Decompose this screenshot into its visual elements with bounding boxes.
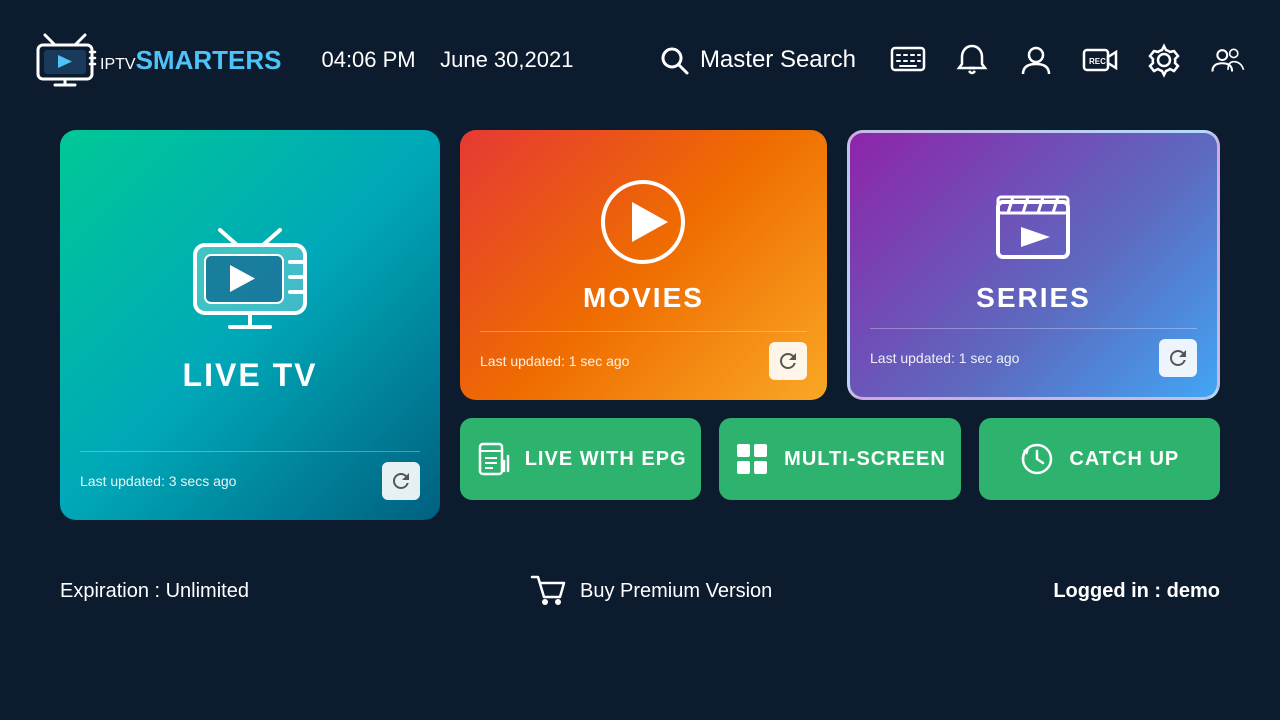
header: IPTVSMARTERS 04:06 PM June 30,2021 Maste… [0,0,1280,120]
logged-in-label: Logged in : [1053,580,1166,602]
profile-button[interactable] [1014,38,1058,82]
live-epg-label: LIVE WITH EPG [525,448,687,471]
live-tv-card[interactable]: LIVE TV Last updated: 3 secs ago [60,130,440,520]
right-column: MOVIES Last updated: 1 sec ago [460,130,1220,500]
catchup-icon [1019,441,1055,477]
record-button[interactable]: REC [1078,38,1122,82]
footer: Expiration : Unlimited Buy Premium Versi… [0,558,1280,609]
logo: IPTVSMARTERS [30,33,281,88]
gear-icon [1146,42,1182,78]
logo-smarters: SMARTERS [136,45,282,75]
notifications-button[interactable] [950,38,994,82]
multiscreen-button[interactable]: MULTI-SCREEN [719,418,960,500]
live-tv-footer: Last updated: 3 secs ago [80,451,420,500]
catchup-button[interactable]: CATCH UP [979,418,1220,500]
logged-in-text: Logged in : demo [1053,580,1220,603]
series-card[interactable]: SERIES Last updated: 1 sec ago [847,130,1220,400]
catchup-label: CATCH UP [1069,448,1179,471]
search-label: Master Search [700,46,856,74]
buy-premium-label: Buy Premium Version [580,580,772,603]
tv-icon [185,227,315,337]
live-tv-last-updated: Last updated: 3 secs ago [80,473,236,489]
live-epg-button[interactable]: LIVE WITH EPG [460,418,701,500]
svg-text:REC: REC [1089,57,1106,66]
epg-icon-button[interactable] [886,38,930,82]
search-icon [658,44,690,76]
cart-icon [530,573,566,609]
multiuser-button[interactable] [1206,38,1250,82]
time-display: 04:06 PM [321,47,415,72]
keyboard-icon [890,42,926,78]
movies-card-content: MOVIES [583,160,704,331]
logged-in-user: demo [1167,580,1220,602]
live-tv-title: LIVE TV [183,357,318,394]
refresh-icon [389,469,413,493]
master-search[interactable]: Master Search [658,44,856,76]
cards-row: LIVE TV Last updated: 3 secs ago [60,130,1220,520]
refresh-icon [776,349,800,373]
logo-tv-icon [30,33,100,88]
multiuser-icon [1210,42,1246,78]
series-card-content: SERIES [976,163,1091,328]
series-last-updated: Last updated: 1 sec ago [870,350,1019,366]
series-title: SERIES [976,282,1091,314]
datetime: 04:06 PM June 30,2021 [321,47,573,73]
movies-card[interactable]: MOVIES Last updated: 1 sec ago [460,130,827,400]
main-content: LIVE TV Last updated: 3 secs ago [0,120,1280,558]
movies-footer: Last updated: 1 sec ago [480,331,807,380]
rec-icon: REC [1082,42,1118,78]
user-icon [1018,42,1054,78]
play-icon [598,177,688,267]
movies-title: MOVIES [583,282,704,314]
live-tv-refresh-button[interactable] [382,462,420,500]
logo-text: IPTVSMARTERS [100,45,281,76]
movies-series-row: MOVIES Last updated: 1 sec ago [460,130,1220,400]
movies-refresh-button[interactable] [769,342,807,380]
multiscreen-icon [734,441,770,477]
series-footer: Last updated: 1 sec ago [870,328,1197,377]
logo-iptv: IPTV [100,56,136,73]
movies-last-updated: Last updated: 1 sec ago [480,353,629,369]
header-icons: REC [886,38,1250,82]
buy-premium-button[interactable]: Buy Premium Version [530,573,772,609]
refresh-icon [1166,346,1190,370]
epg-book-icon [475,441,511,477]
date-display: June 30,2021 [440,47,573,72]
expiration-text: Expiration : Unlimited [60,580,249,603]
bottom-buttons: LIVE WITH EPG MULTI-SCREEN [460,418,1220,500]
series-refresh-button[interactable] [1159,339,1197,377]
clapperboard-icon [988,177,1078,267]
bell-icon [954,42,990,78]
live-tv-card-content: LIVE TV [183,170,318,451]
settings-button[interactable] [1142,38,1186,82]
multiscreen-label: MULTI-SCREEN [784,448,946,471]
